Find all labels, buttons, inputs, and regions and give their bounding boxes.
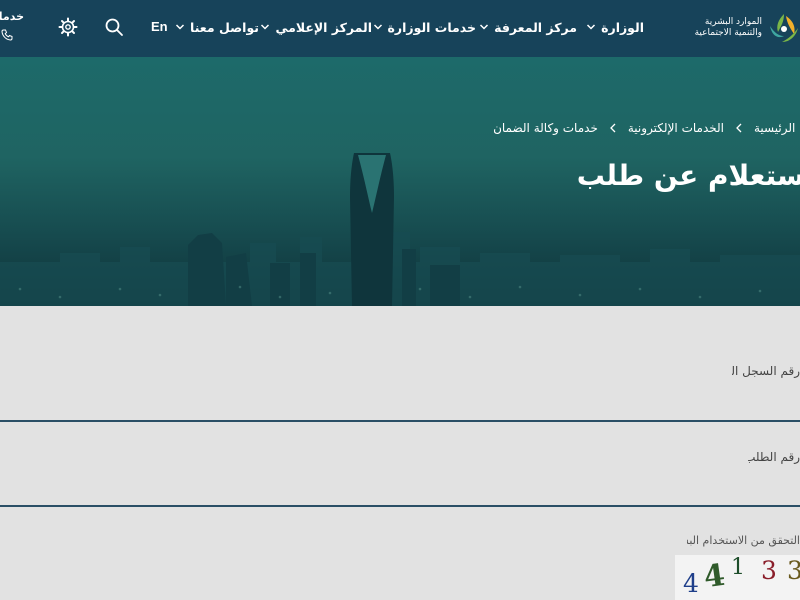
chevron-left-icon — [609, 123, 616, 133]
captcha-image: 4 4 1 3 3 — [675, 555, 800, 600]
logo-text: الموارد البشرية والتنمية الاجتماعية — [686, 17, 762, 39]
chevron-down-icon — [480, 24, 489, 30]
nav-knowledge-center-label: مركز المعرفة — [494, 19, 577, 35]
chevron-down-icon — [373, 24, 382, 30]
breadcrumb-current: خدمات وكالة الضمان — [493, 121, 598, 135]
ministry-logo[interactable]: الموارد البشرية والتنمية الاجتماعية — [686, 6, 800, 50]
captcha-label: التحقق من الاستخدام البشري — [687, 534, 800, 547]
captcha-digit: 4 — [683, 569, 699, 598]
captcha-digit: 3 — [761, 556, 777, 585]
logo-emblem-icon — [770, 14, 798, 42]
request-number-label: رقم الطلب * — [748, 450, 800, 464]
phone-icon[interactable] — [1, 29, 13, 41]
logo-line-1: الموارد البشرية — [704, 17, 762, 27]
nav-ministry-services-label: خدمات الوزارة — [387, 19, 476, 35]
breadcrumb-eservices[interactable]: الخدمات الإلكترونية — [628, 121, 724, 135]
services-link[interactable]: خدمات — [0, 10, 24, 30]
top-navigation-bar: الموارد البشرية والتنمية الاجتماعية الوز… — [0, 0, 800, 57]
nav-knowledge-center[interactable]: مركز المعرفة — [479, 17, 577, 37]
nav-media-center-label: المركز الإعلامي — [275, 19, 372, 35]
nav-media-center[interactable]: المركز الإعلامي — [260, 17, 372, 37]
logo-line-2: والتنمية الاجتماعية — [694, 28, 762, 38]
nav-ministry[interactable]: الوزارة — [586, 17, 644, 37]
gear-icon[interactable] — [58, 17, 78, 37]
captcha-digit: 1 — [731, 555, 745, 580]
civil-id-label: رقم السجل المدني * — [732, 364, 800, 378]
nav-ministry-label: الوزارة — [601, 19, 644, 35]
chevron-down-icon — [175, 24, 185, 30]
breadcrumb-home[interactable]: الرئيسية — [754, 121, 800, 135]
captcha-digit: 3 — [787, 556, 800, 585]
civil-id-input[interactable] — [0, 388, 800, 422]
nav-contact-us[interactable]: تواصل معنا — [175, 17, 259, 37]
hero-banner: الرئيسية الخدمات الإلكترونية خدمات وكالة… — [0, 57, 800, 306]
nav-ministry-services[interactable]: خدمات الوزارة — [373, 17, 476, 37]
breadcrumb: الرئيسية الخدمات الإلكترونية خدمات وكالة… — [493, 121, 800, 135]
chevron-down-icon — [587, 24, 596, 30]
chevron-left-icon — [736, 123, 742, 133]
chevron-down-icon — [261, 24, 270, 30]
language-toggle[interactable]: En — [151, 19, 168, 34]
captcha-digit: 4 — [701, 557, 728, 596]
search-icon[interactable] — [104, 17, 124, 37]
nav-contact-us-label: تواصل معنا — [190, 19, 259, 35]
inquiry-form: رقم السجل المدني * رقم الطلب * التحقق من… — [0, 306, 800, 600]
page-title: الاستعلام عن طلب — [576, 159, 800, 192]
request-number-input[interactable] — [0, 473, 800, 507]
